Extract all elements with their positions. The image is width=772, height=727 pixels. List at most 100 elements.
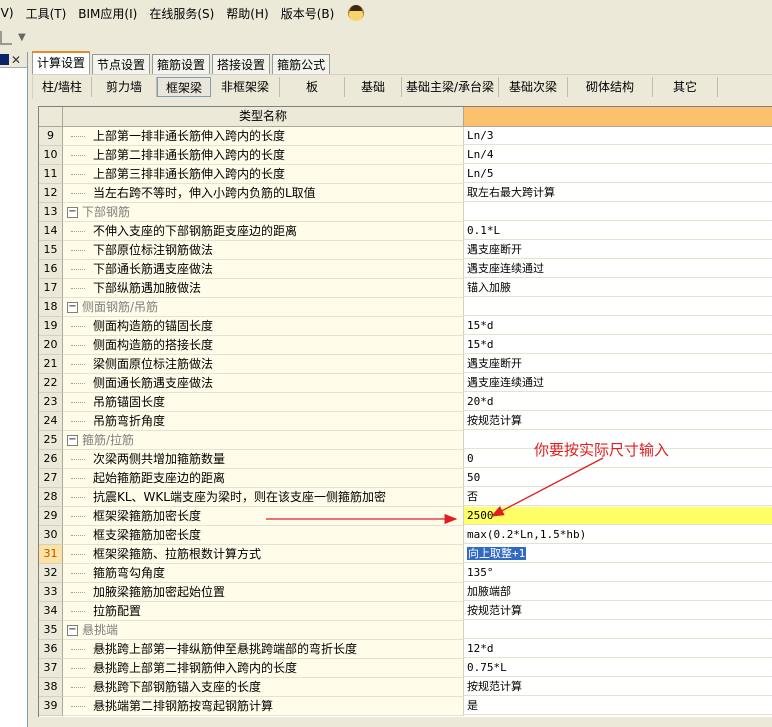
row-value-cell[interactable]: 是 xyxy=(464,697,772,715)
table-row[interactable]: 36 悬挑跨上部第一排纵筋伸至悬挑跨端部的弯折长度 12*d xyxy=(39,640,772,659)
row-value-cell[interactable]: 20*d xyxy=(464,393,772,411)
table-row[interactable]: 37 悬挑跨上部第二排钢筋伸入跨内的长度 0.75*L xyxy=(39,659,772,678)
row-value-cell[interactable]: 135° xyxy=(464,564,772,582)
tab-sub-5[interactable]: 基础 xyxy=(345,77,402,97)
table-row[interactable]: 21 梁侧面原位标注筋做法 遇支座断开 xyxy=(39,355,772,374)
table-row[interactable]: 31 框架梁箍筋、拉筋根数计算方式 向上取整+1 xyxy=(39,545,772,564)
row-number[interactable]: 9 xyxy=(39,127,63,146)
dropdown-arrow-icon[interactable]: ▼ xyxy=(18,32,26,43)
row-value-cell[interactable]: 按规范计算 xyxy=(464,678,772,696)
table-row[interactable]: 29 框架梁箍筋加密长度 2500 xyxy=(39,507,772,526)
row-number[interactable]: 33 xyxy=(39,583,63,602)
row-number[interactable]: 15 xyxy=(39,241,63,260)
row-number[interactable]: 17 xyxy=(39,279,63,298)
row-number[interactable]: 16 xyxy=(39,260,63,279)
row-number[interactable]: 20 xyxy=(39,336,63,355)
row-number[interactable]: 13 xyxy=(39,203,63,222)
expand-minus-icon[interactable]: − xyxy=(67,625,78,636)
row-number[interactable]: 38 xyxy=(39,678,63,697)
table-row[interactable]: 9 上部第一排非通长筋伸入跨内的长度 Ln/3 xyxy=(39,127,772,146)
pencil-tool-icon[interactable] xyxy=(0,31,12,45)
tab-sub-0[interactable]: 柱/墙柱 xyxy=(33,77,92,97)
row-value-cell[interactable]: 遇支座断开 xyxy=(464,241,772,259)
table-row[interactable]: 27 起始箍筋距支座边的距离 50 xyxy=(39,469,772,488)
tab-main-1[interactable]: 节点设置 xyxy=(92,54,151,74)
row-number[interactable]: 19 xyxy=(39,317,63,336)
tab-sub-7[interactable]: 基础次梁 xyxy=(499,77,568,97)
row-number[interactable]: 29 xyxy=(39,507,63,526)
table-row[interactable]: 32 箍筋弯勾角度 135° xyxy=(39,564,772,583)
row-value-cell[interactable]: 遇支座连续通过 xyxy=(464,374,772,392)
table-row[interactable]: 22 侧面通长筋遇支座做法 遇支座连续通过 xyxy=(39,374,772,393)
tab-sub-1[interactable]: 剪力墙 xyxy=(92,77,157,97)
row-number[interactable]: 11 xyxy=(39,165,63,184)
tab-main-2[interactable]: 箍筋设置 xyxy=(152,54,211,74)
tab-sub-3[interactable]: 非框架梁 xyxy=(211,77,280,97)
row-number[interactable]: 39 xyxy=(39,697,63,716)
menu-help[interactable]: 帮助(H) xyxy=(226,5,276,22)
row-number[interactable]: 18 xyxy=(39,298,63,317)
row-number[interactable]: 26 xyxy=(39,450,63,469)
row-value-cell[interactable] xyxy=(464,298,772,316)
table-row[interactable]: 15 下部原位标注钢筋做法 遇支座断开 xyxy=(39,241,772,260)
row-number[interactable]: 27 xyxy=(39,469,63,488)
row-number[interactable]: 22 xyxy=(39,374,63,393)
row-value-cell[interactable]: max(0.2*Ln,1.5*hb) xyxy=(464,526,772,544)
table-row[interactable]: 23 吊筋锚固长度 20*d xyxy=(39,393,772,412)
close-icon[interactable]: ✕ xyxy=(11,53,21,67)
row-value-cell[interactable]: 否 xyxy=(464,488,772,506)
row-number[interactable]: 23 xyxy=(39,393,63,412)
row-value-cell[interactable]: 锚入加腋 xyxy=(464,279,772,297)
table-row[interactable]: 38 悬挑跨下部钢筋锚入支座的长度 按规范计算 xyxy=(39,678,772,697)
table-row[interactable]: 13− 下部钢筋 xyxy=(39,203,772,222)
row-value-cell[interactable]: 0.1*L xyxy=(464,222,772,240)
row-number[interactable]: 12 xyxy=(39,184,63,203)
row-value-cell[interactable]: Ln/4 xyxy=(464,146,772,164)
tab-sub-2[interactable]: 框架梁 xyxy=(157,77,211,97)
table-row[interactable]: 16 下部通长筋遇支座做法 遇支座连续通过 xyxy=(39,260,772,279)
table-row[interactable]: 12 当左右跨不等时，伸入小跨内负筋的L取值 取左右最大跨计算 xyxy=(39,184,772,203)
row-value-cell[interactable]: 向上取整+1 xyxy=(464,545,772,563)
table-row[interactable]: 18− 侧面钢筋/吊筋 xyxy=(39,298,772,317)
row-number[interactable]: 30 xyxy=(39,526,63,545)
row-value-cell[interactable] xyxy=(464,621,772,639)
row-value-cell[interactable]: Ln/3 xyxy=(464,127,772,145)
tab-main-3[interactable]: 搭接设置 xyxy=(212,54,271,74)
row-value-cell[interactable]: 加腋端部 xyxy=(464,583,772,601)
left-panel-selection[interactable] xyxy=(0,54,9,65)
row-number[interactable]: 35 xyxy=(39,621,63,640)
table-row[interactable]: 19 侧面构造筋的锚固长度 15*d xyxy=(39,317,772,336)
row-value-cell[interactable]: 取左右最大跨计算 xyxy=(464,184,772,202)
table-row[interactable]: 28 抗震KL、WKL端支座为梁时，则在该支座一侧箍筋加密 否 xyxy=(39,488,772,507)
tab-sub-4[interactable]: 板 xyxy=(280,77,345,97)
row-value-cell[interactable]: 按规范计算 xyxy=(464,602,772,620)
tab-main-0[interactable]: 计算设置 xyxy=(32,51,91,74)
table-row[interactable]: 14 不伸入支座的下部钢筋距支座边的距离 0.1*L xyxy=(39,222,772,241)
row-value-cell[interactable]: 遇支座断开 xyxy=(464,355,772,373)
row-value-cell[interactable]: 按规范计算 xyxy=(464,412,772,430)
row-number[interactable]: 14 xyxy=(39,222,63,241)
row-number[interactable]: 32 xyxy=(39,564,63,583)
table-row[interactable]: 30 框支梁箍筋加密长度 max(0.2*Ln,1.5*hb) xyxy=(39,526,772,545)
tab-sub-6[interactable]: 基础主梁/承台梁 xyxy=(402,77,499,97)
table-row[interactable]: 24 吊筋弯折角度 按规范计算 xyxy=(39,412,772,431)
row-value-cell[interactable]: 15*d xyxy=(464,336,772,354)
menu-tools[interactable]: 工具(T) xyxy=(26,5,75,22)
row-value-cell[interactable] xyxy=(464,203,772,221)
tab-sub-9[interactable]: 其它 xyxy=(653,77,718,97)
table-row[interactable]: 17 下部纵筋遇加腋做法 锚入加腋 xyxy=(39,279,772,298)
menu-view[interactable]: (V) xyxy=(0,6,22,20)
row-number[interactable]: 28 xyxy=(39,488,63,507)
expand-minus-icon[interactable]: − xyxy=(67,435,78,446)
menu-version[interactable]: 版本号(B) xyxy=(281,5,343,22)
expand-minus-icon[interactable]: − xyxy=(67,302,78,313)
mascot-icon[interactable] xyxy=(348,5,365,21)
menu-online-service[interactable]: 在线服务(S) xyxy=(149,5,222,22)
row-value-cell[interactable]: 遇支座连续通过 xyxy=(464,260,772,278)
row-number[interactable]: 10 xyxy=(39,146,63,165)
row-number[interactable]: 36 xyxy=(39,640,63,659)
expand-minus-icon[interactable]: − xyxy=(67,207,78,218)
menu-bim[interactable]: BIM应用(I) xyxy=(78,5,145,22)
tab-sub-8[interactable]: 砌体结构 xyxy=(568,77,653,97)
table-row[interactable]: 33 加腋梁箍筋加密起始位置 加腋端部 xyxy=(39,583,772,602)
